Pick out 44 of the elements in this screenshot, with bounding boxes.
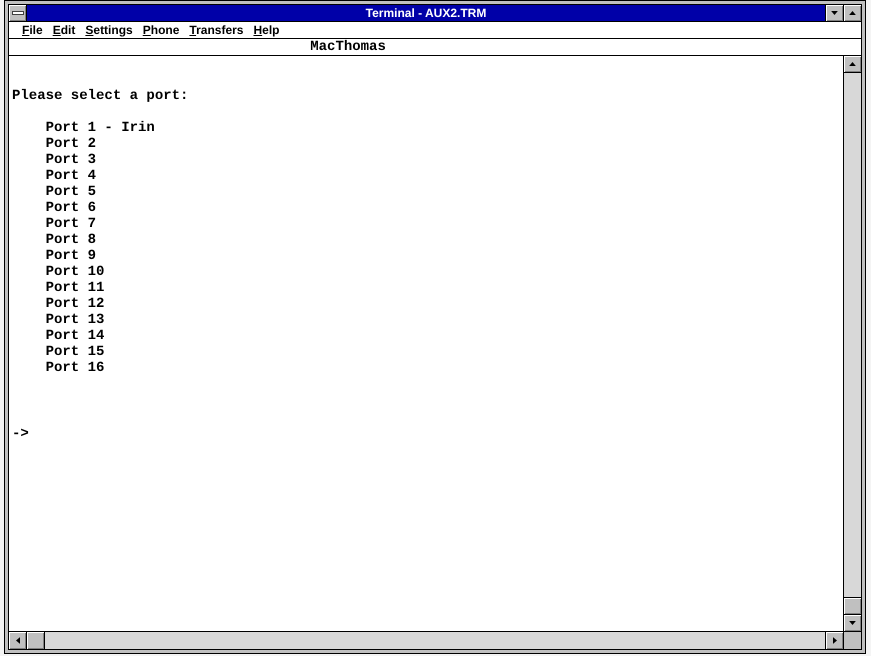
right-arrow-icon xyxy=(832,637,836,644)
menu-item[interactable]: Help xyxy=(248,24,284,36)
dash-icon xyxy=(12,11,24,15)
menu-item[interactable]: Settings xyxy=(80,24,138,36)
port-option: Port 5 xyxy=(46,184,96,200)
command-prompt: -> xyxy=(12,426,29,442)
port-option: Port 1 - Irin xyxy=(46,120,155,136)
port-option: Port 16 xyxy=(46,360,104,376)
port-option: Port 2 xyxy=(46,136,96,152)
menu-item[interactable]: Phone xyxy=(138,24,184,36)
prompt-text: Please select a port: xyxy=(12,88,188,104)
vertical-scrollbar[interactable] xyxy=(843,56,861,631)
up-arrow-icon xyxy=(849,62,856,66)
scroll-thumb[interactable] xyxy=(27,632,45,649)
minimize-button[interactable] xyxy=(825,5,843,21)
menu-item[interactable]: Edit xyxy=(48,24,80,36)
port-option: Port 4 xyxy=(46,168,96,184)
down-arrow-icon xyxy=(849,621,856,625)
port-option: Port 15 xyxy=(46,344,104,360)
maximize-icon xyxy=(849,11,856,15)
port-option: Port 10 xyxy=(46,264,104,280)
minimize-icon xyxy=(831,11,838,15)
port-option: Port 9 xyxy=(46,248,96,264)
scroll-thumb[interactable] xyxy=(844,597,861,614)
scroll-left-button[interactable] xyxy=(9,632,27,649)
control-menu-button[interactable] xyxy=(9,5,27,21)
scroll-up-button[interactable] xyxy=(844,56,861,73)
port-option: Port 8 xyxy=(46,232,96,248)
left-arrow-icon xyxy=(16,637,20,644)
scroll-right-button[interactable] xyxy=(825,632,843,649)
port-option: Port 12 xyxy=(46,296,104,312)
port-option: Port 7 xyxy=(46,216,96,232)
port-option: Port 6 xyxy=(46,200,96,216)
window-title: Terminal - AUX2.TRM xyxy=(366,7,486,19)
port-option: Port 13 xyxy=(46,312,104,328)
menu-item[interactable]: File xyxy=(17,24,48,36)
horizontal-scrollbar[interactable] xyxy=(9,632,843,649)
port-option: Port 3 xyxy=(46,152,96,168)
maximize-button[interactable] xyxy=(843,5,861,21)
port-option: Port 14 xyxy=(46,328,104,344)
port-option: Port 11 xyxy=(46,280,104,296)
header-text: MacThomas xyxy=(310,39,386,55)
menu-item[interactable]: Transfers xyxy=(184,24,248,36)
scroll-down-button[interactable] xyxy=(844,614,861,631)
